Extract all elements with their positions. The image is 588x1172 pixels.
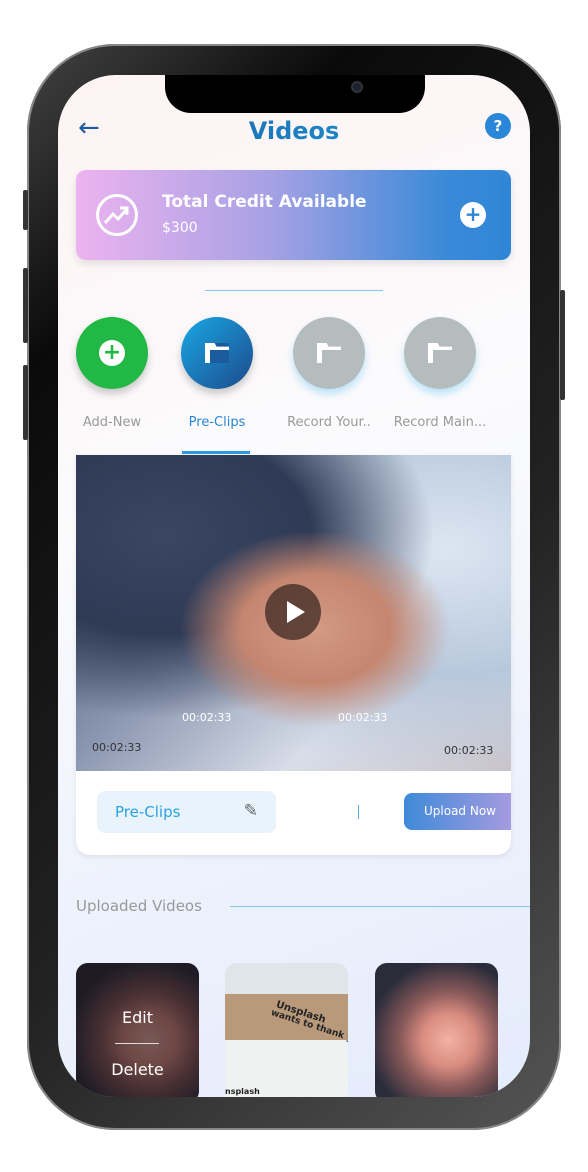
uploaded-video-thumb[interactable]: Unsplash wants to thank y nsplash — [225, 963, 348, 1097]
edit-button[interactable]: Edit — [76, 1008, 199, 1027]
category-add-new[interactable]: + — [76, 317, 148, 389]
credit-title: Total Credit Available — [162, 192, 367, 212]
divider — [115, 1043, 159, 1044]
timestamp: 00:02:33 — [92, 741, 142, 754]
folder-icon — [205, 343, 229, 363]
divider — [205, 290, 383, 291]
category-record-your[interactable] — [293, 317, 365, 389]
app-screen: ← Videos ? Total Credit Available $300 +… — [58, 75, 530, 1097]
delete-button[interactable]: Delete — [76, 1060, 199, 1079]
clip-name: Pre-Clips — [115, 803, 181, 821]
text-cursor — [358, 805, 359, 819]
mute-switch — [23, 190, 28, 230]
thumb-text: nsplash — [225, 1087, 260, 1096]
uploaded-video-thumb[interactable]: Edit Delete — [76, 963, 199, 1097]
video-preview[interactable]: 00:02:33 00:02:33 00:02:33 00:02:33 — [76, 455, 511, 771]
volume-up-button — [23, 268, 28, 343]
uploaded-video-thumb[interactable] — [375, 963, 498, 1097]
add-credit-button[interactable]: + — [460, 202, 486, 228]
play-icon[interactable] — [265, 584, 321, 640]
video-card: 00:02:33 00:02:33 00:02:33 00:02:33 Pre-… — [76, 455, 511, 855]
timestamp: 00:02:33 — [338, 711, 388, 724]
folder-icon — [428, 343, 452, 363]
clip-name-field[interactable]: Pre-Clips ✎ — [97, 791, 276, 833]
power-button — [560, 290, 565, 400]
camera-icon — [351, 81, 363, 93]
category-record-main[interactable] — [404, 317, 476, 389]
trending-up-icon — [96, 194, 138, 236]
category-label[interactable]: Record Main... — [385, 415, 495, 430]
category-label[interactable]: Record Your.. — [274, 415, 384, 430]
credit-card: Total Credit Available $300 + — [76, 170, 511, 260]
credit-amount: $300 — [162, 220, 198, 236]
question-icon[interactable]: ? — [485, 113, 511, 139]
plus-circle-icon: + — [99, 340, 125, 366]
category-pre-clips[interactable] — [181, 317, 253, 389]
uploaded-videos-title: Uploaded Videos — [76, 897, 202, 915]
active-tab-indicator — [182, 451, 250, 454]
category-label[interactable]: Pre-Clips — [162, 415, 272, 430]
upload-now-button[interactable]: Upload Now — [404, 793, 511, 830]
divider — [230, 906, 530, 907]
page-title: Videos — [58, 117, 530, 145]
volume-down-button — [23, 365, 28, 440]
timestamp: 00:02:33 — [182, 711, 232, 724]
category-label[interactable]: Add-New — [58, 415, 167, 430]
folder-icon — [317, 343, 341, 363]
pencil-icon[interactable]: ✎ — [244, 801, 258, 821]
notch — [165, 75, 425, 113]
timestamp: 00:02:33 — [444, 744, 494, 757]
